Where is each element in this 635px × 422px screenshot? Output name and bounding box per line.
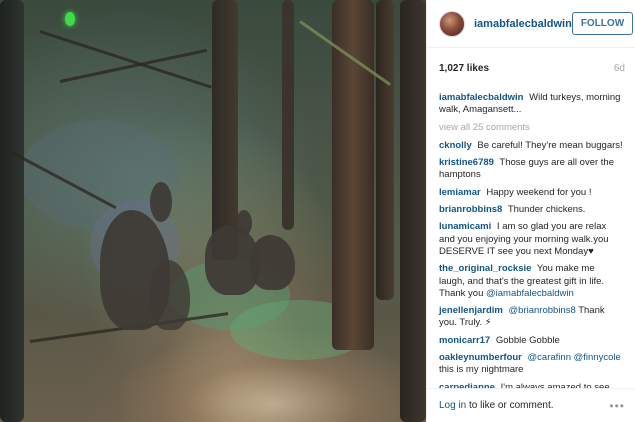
comment-mention[interactable]: @iamabfalecbaldwin (486, 288, 574, 299)
comment-item: monicarr17 Gobble Gobble (439, 335, 623, 347)
comment-item: lunamicami I am so glad you are relax an… (439, 221, 623, 258)
comment-item: cknolly Be careful! They're mean buggars… (439, 140, 623, 152)
comment-username[interactable]: oakleynumberfour (439, 352, 522, 363)
comment-text: Be careful! They're mean buggars! (477, 139, 623, 151)
green-light-icon (65, 12, 75, 26)
comment-username[interactable]: monicarr17 (439, 335, 490, 346)
caption: iamabfalecbaldwin Wild turkeys, morning … (439, 92, 623, 117)
view-all-comments-link[interactable]: view all 25 comments (439, 122, 623, 134)
caption-username[interactable]: iamabfalecbaldwin (439, 92, 523, 103)
comment-username[interactable]: jenellenjardim (439, 305, 503, 316)
photo-tree-trunk (376, 0, 394, 300)
instagram-post: iamabfalecbaldwin FOLLOW 1,027 likes 6d … (0, 0, 635, 422)
likes-count[interactable]: 1,027 likes (439, 63, 489, 84)
post-photo[interactable] (0, 0, 426, 422)
comment-item: oakleynumberfour @carafinn @finnycole th… (439, 352, 623, 377)
comment-mention[interactable]: @carafinn @finnycole (528, 352, 621, 363)
comment-item: lemiamar Happy weekend for you ! (439, 187, 623, 199)
comment-item: the_original_rocksie You make me laugh, … (439, 263, 623, 300)
login-prompt-text: to like or comment. (469, 400, 554, 411)
comment-text: Gobble Gobble (495, 334, 560, 346)
comment-text: Happy weekend for you ! (486, 186, 592, 198)
follow-button[interactable]: FOLLOW (571, 12, 634, 35)
comment-text: Thunder chickens. (507, 204, 586, 216)
comment-username[interactable]: kristine6789 (439, 157, 494, 168)
comment-username[interactable]: lunamicami (439, 221, 491, 232)
post-meta: 1,027 likes 6d (427, 48, 635, 84)
comment-username[interactable]: lemiamar (439, 187, 481, 198)
photo-tree-trunk (212, 0, 238, 260)
comment-mention[interactable]: @brianrobbins8 (509, 305, 576, 316)
login-link[interactable]: Log in (439, 400, 466, 411)
post-sidebar: iamabfalecbaldwin FOLLOW 1,027 likes 6d … (426, 0, 635, 422)
photo-tree-trunk (400, 0, 426, 422)
comment-username[interactable]: brianrobbins8 (439, 204, 502, 215)
comment-text: this is my nightmare (439, 364, 524, 376)
comment-item: kristine6789 Those guys are all over the… (439, 157, 623, 182)
comment-username[interactable]: cknolly (439, 140, 472, 151)
photo-tree-trunk (0, 0, 24, 422)
comment-item: brianrobbins8 Thunder chickens. (439, 204, 623, 216)
post-footer: Log in to like or comment. ••• (427, 388, 635, 422)
photo-turkey (236, 210, 252, 236)
photo-tree-trunk (332, 0, 374, 350)
avatar[interactable] (439, 10, 465, 37)
comment-username[interactable]: the_original_rocksie (439, 263, 531, 274)
photo-tree-trunk (282, 0, 294, 230)
post-username[interactable]: iamabfalecbaldwin (474, 18, 572, 30)
comment-item: jenellenjardim @brianrobbins8 Thank you.… (439, 305, 623, 330)
post-age[interactable]: 6d (614, 63, 625, 84)
ellipsis-icon[interactable]: ••• (609, 399, 625, 413)
post-header: iamabfalecbaldwin FOLLOW (427, 0, 635, 48)
login-prompt: Log in to like or comment. (439, 400, 554, 411)
comments-list: iamabfalecbaldwin Wild turkeys, morning … (427, 84, 635, 394)
photo-turkey (150, 182, 172, 222)
